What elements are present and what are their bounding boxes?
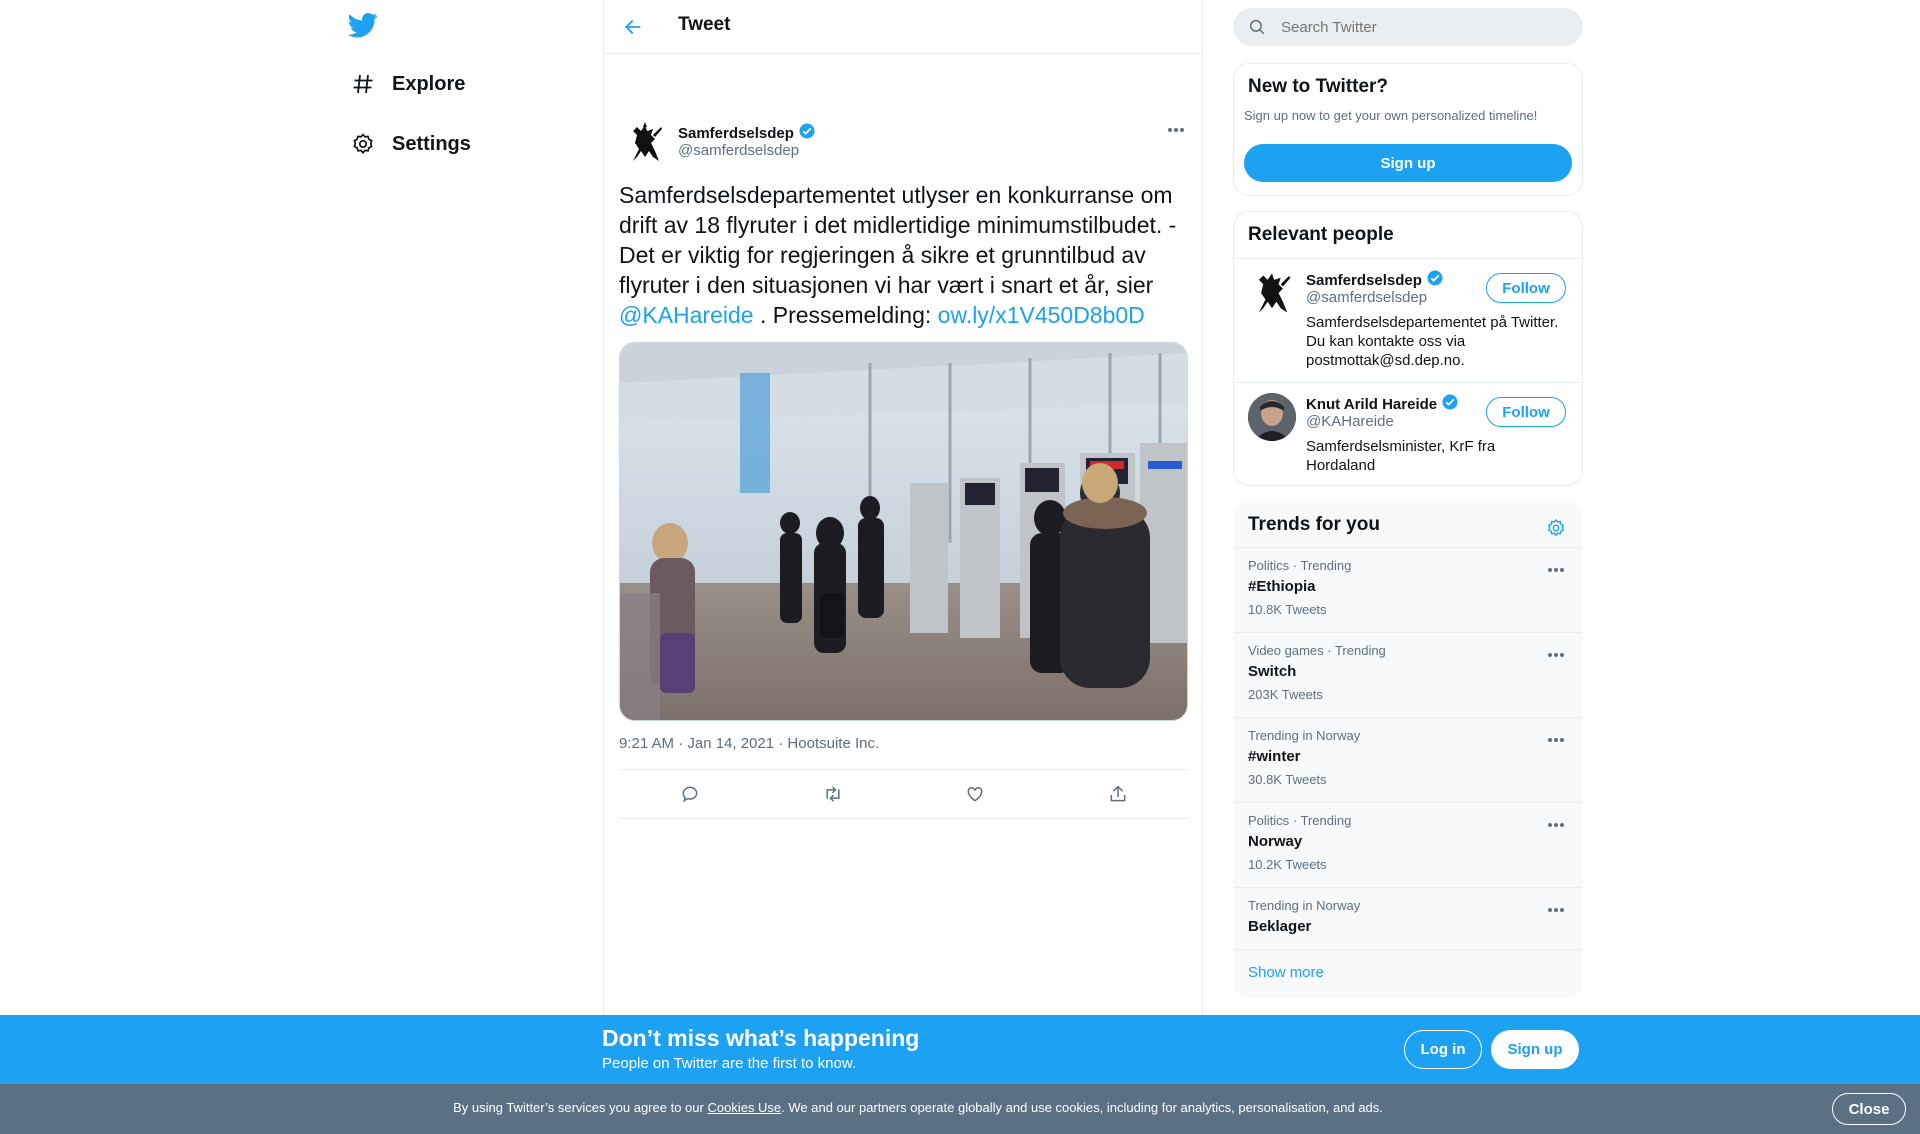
person-name-text: Samferdselsdep [1306,271,1422,289]
app-root: Explore Settings Tweet Samferdselsdep @s… [0,0,1920,1134]
nav-explore[interactable]: Explore [348,62,465,106]
lion-crest-avatar[interactable] [622,120,668,166]
nav-settings[interactable]: Settings [348,122,471,166]
tweet-actions [619,770,1189,818]
person-handle: @KAHareide [1306,413,1394,430]
hashtag-icon [348,69,378,99]
more-options-icon[interactable] [1544,900,1568,920]
trend-context: Trending in Norway [1248,898,1361,913]
cookie-text-after: . We and our partners operate globally a… [781,1100,1383,1115]
trend-name: Switch [1248,663,1297,680]
person-handle: @samferdselsdep [1306,289,1428,306]
tweet-author-name[interactable]: Samferdselsdep [678,122,816,144]
url-link[interactable]: ow.ly/x1V450D8b0D [938,302,1145,328]
trend-name: #winter [1248,748,1301,765]
trend-context: Politics · Trending [1248,813,1352,828]
reply-icon[interactable] [673,777,707,811]
verified-badge-icon [1426,269,1444,291]
new-to-twitter-card: New to Twitter? Sign up now to get your … [1233,63,1583,196]
main-column: Tweet Samferdselsdep @samferdselsdep Sam… [603,0,1203,1015]
tweet-body: Samferdselsdepartementet utlyser en konk… [619,182,1177,298]
person-name[interactable]: Samferdselsdep [1306,269,1444,291]
cookie-text: By using Twitter’s services you agree to… [0,1100,1836,1115]
trend-item[interactable]: Politics · Trending #Ethiopia 10.8K Twee… [1234,547,1582,632]
gear-icon [348,129,378,159]
author-name-text: Samferdselsdep [678,124,794,142]
trends-card: Trends for you Politics · Trending #Ethi… [1233,501,1583,998]
cookie-close-button[interactable]: Close [1832,1093,1906,1125]
banner-subtitle: People on Twitter are the first to know. [602,1055,857,1072]
back-arrow-icon[interactable] [618,12,648,42]
trend-context: Politics · Trending [1248,558,1352,573]
page-title: Tweet [678,14,731,35]
share-icon[interactable] [1101,777,1135,811]
profile-photo-avatar[interactable] [1248,393,1296,441]
new-to-twitter-subtitle: Sign up now to get your own personalized… [1244,108,1538,123]
cookie-bar: By using Twitter’s services you agree to… [0,1084,1920,1134]
trend-item[interactable]: Video games · Trending Switch 203K Tweet… [1234,632,1582,717]
trend-item[interactable]: Trending in Norway #winter 30.8K Tweets [1234,717,1582,802]
trend-context: Video games · Trending [1248,643,1386,658]
follow-button[interactable]: Follow [1486,397,1566,427]
search-icon [1247,17,1267,37]
cookies-use-link[interactable]: Cookies Use [707,1100,781,1115]
cookie-text-before: By using Twitter’s services you agree to… [453,1100,708,1115]
tweet-text: Samferdselsdepartementet utlyser en konk… [619,180,1194,330]
person-name-text: Knut Arild Hareide [1306,395,1438,413]
trend-item[interactable]: Trending in Norway Beklager [1234,887,1582,949]
trend-item[interactable]: Politics · Trending Norway 10.2K Tweets [1234,802,1582,887]
trend-name: #Ethiopia [1248,578,1316,595]
trends-title: Trends for you [1248,514,1380,535]
new-to-twitter-title: New to Twitter? [1248,76,1389,97]
mention-link[interactable]: @KAHareide [619,302,754,328]
like-icon[interactable] [958,777,992,811]
trend-count: 30.8K Tweets [1248,772,1327,787]
twitter-logo-icon[interactable] [347,10,380,42]
person-name[interactable]: Knut Arild Hareide [1306,393,1459,415]
tweet-timestamp[interactable]: 9:21 AM · Jan 14, 2021 · Hootsuite Inc. [619,735,879,752]
tweet-photo[interactable] [619,342,1188,721]
relevant-people-card: Relevant people Samferdselsdep @samferds… [1233,211,1583,486]
trend-count: 203K Tweets [1248,687,1323,702]
signup-banner: Don’t miss what’s happening People on Tw… [0,1015,1920,1084]
more-options-icon[interactable] [1164,120,1188,140]
more-options-icon[interactable] [1544,815,1568,835]
trend-count: 10.8K Tweets [1248,602,1327,617]
trend-context: Trending in Norway [1248,728,1361,743]
divider [619,818,1189,819]
relevant-people-title: Relevant people [1248,224,1394,245]
trend-name: Norway [1248,833,1303,850]
person-bio: Samferdselsminister, KrF fra Hordaland [1306,438,1496,474]
retweet-icon[interactable] [816,777,850,811]
verified-badge-icon [798,122,816,144]
trend-name: Beklager [1248,918,1312,935]
trend-count: 10.2K Tweets [1248,857,1327,872]
follow-button[interactable]: Follow [1486,273,1566,303]
lion-crest-avatar[interactable] [1248,269,1296,317]
nav-explore-label: Explore [392,72,466,95]
verified-badge-icon [1441,393,1459,415]
tweet-header: Tweet [604,0,1202,54]
person-item[interactable]: Knut Arild Hareide @KAHareide Samferdsel… [1234,382,1582,485]
more-options-icon[interactable] [1544,560,1568,580]
tweet-text-mid: . Pressemelding: [753,302,938,328]
banner-signup-button[interactable]: Sign up [1491,1030,1579,1069]
person-bio: Samferdselsdepartementet på Twitter. Du … [1306,314,1559,369]
tweet-author-handle[interactable]: @samferdselsdep [678,142,799,159]
nav-settings-label: Settings [392,132,471,155]
search-bar[interactable] [1233,8,1583,46]
signup-button[interactable]: Sign up [1244,144,1572,182]
person-item[interactable]: Samferdselsdep @samferdselsdep Samferdse… [1234,258,1582,382]
banner-title: Don’t miss what’s happening [602,1025,920,1051]
gear-icon[interactable] [1544,516,1568,540]
more-options-icon[interactable] [1544,645,1568,665]
more-options-icon[interactable] [1544,730,1568,750]
search-input[interactable] [1281,18,1561,36]
show-more-link[interactable]: Show more [1248,964,1324,981]
login-button[interactable]: Log in [1404,1030,1482,1069]
